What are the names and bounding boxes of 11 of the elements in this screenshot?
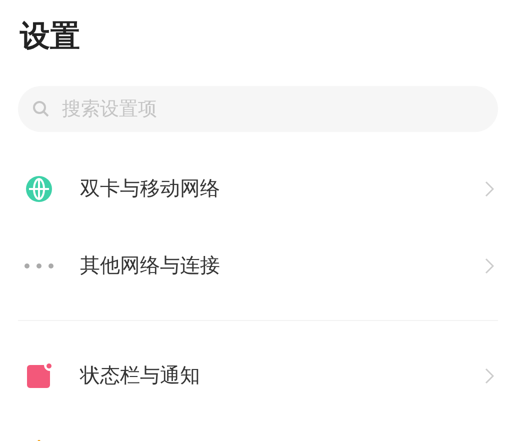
chevron-right-icon (485, 180, 494, 196)
page-title: 设置 (20, 18, 80, 56)
chevron-right-icon (485, 368, 494, 384)
notification-icon (26, 362, 52, 388)
search-icon (32, 100, 50, 118)
settings-item[interactable]: 状态栏与通知 (0, 337, 506, 414)
settings-item[interactable]: 其他网络与连接 (0, 227, 506, 304)
chevron-right-icon (485, 258, 494, 274)
globe-icon (26, 176, 52, 202)
settings-item[interactable]: 双卡与移动网络 (0, 150, 506, 227)
more-icon (24, 262, 54, 268)
